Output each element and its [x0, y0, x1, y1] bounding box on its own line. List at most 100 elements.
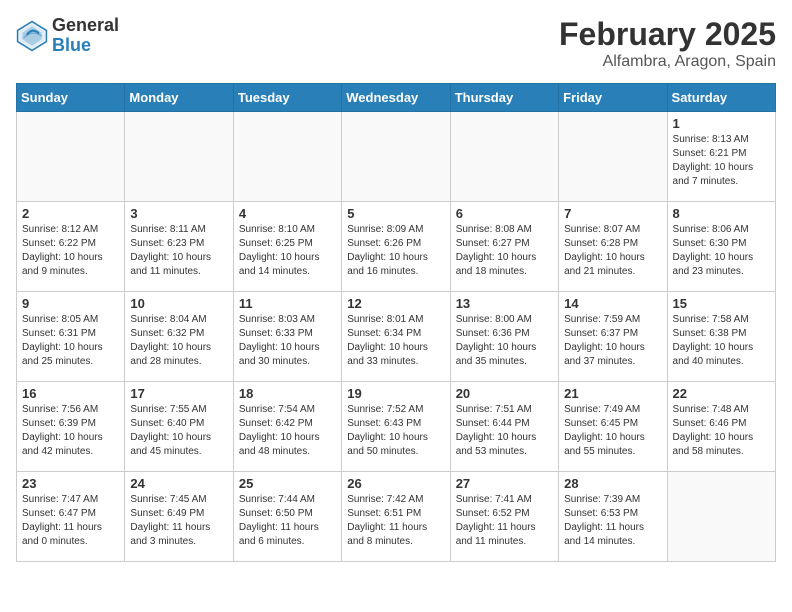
- day-number: 3: [130, 206, 227, 221]
- calendar-cell: 26Sunrise: 7:42 AMSunset: 6:51 PMDayligh…: [342, 472, 450, 562]
- calendar-cell: 5Sunrise: 8:09 AMSunset: 6:26 PMDaylight…: [342, 202, 450, 292]
- day-number: 10: [130, 296, 227, 311]
- calendar-cell: 8 Sunrise: 8:06 AMSunset: 6:30 PMDaylight…: [667, 202, 775, 292]
- calendar-cell: 20 Sunrise: 7:51 AMSunset: 6:44 PMDayligh…: [450, 382, 558, 472]
- title-block: February 2025 Alfambra, Aragon, Spain: [559, 16, 776, 71]
- calendar-cell: 6 Sunrise: 8:08 AMSunset: 6:27 PMDaylight…: [450, 202, 558, 292]
- day-number: 2: [22, 206, 119, 221]
- calendar-cell: 14 Sunrise: 7:59 AMSunset: 6:37 PMDayligh…: [559, 292, 667, 382]
- calendar-week-row: 2 Sunrise: 8:12 AMSunset: 6:22 PMDaylight…: [17, 202, 776, 292]
- calendar-table: SundayMondayTuesdayWednesdayThursdayFrid…: [16, 83, 776, 562]
- logo: General Blue: [16, 16, 119, 56]
- day-info: Sunrise: 8:11 AMSunset: 6:23 PMDaylight:…: [130, 223, 227, 279]
- day-number: 8: [673, 206, 770, 221]
- logo-icon: [16, 20, 48, 52]
- weekday-header-row: SundayMondayTuesdayWednesdayThursdayFrid…: [17, 84, 776, 112]
- calendar-cell: 4 Sunrise: 8:10 AMSunset: 6:25 PMDaylight…: [233, 202, 341, 292]
- day-number: 16: [22, 386, 119, 401]
- day-info: Sunrise: 7:41 AMSunset: 6:52 PMDaylight:…: [456, 493, 553, 549]
- day-number: 6: [456, 206, 553, 221]
- calendar-week-row: 1Sunrise: 8:13 AMSunset: 6:21 PMDaylight…: [17, 112, 776, 202]
- day-info: Sunrise: 8:12 AMSunset: 6:22 PMDaylight:…: [22, 223, 119, 279]
- calendar-week-row: 16 Sunrise: 7:56 AMSunset: 6:39 PMDayligh…: [17, 382, 776, 472]
- calendar-cell: 1Sunrise: 8:13 AMSunset: 6:21 PMDaylight…: [667, 112, 775, 202]
- calendar-cell: 3 Sunrise: 8:11 AMSunset: 6:23 PMDaylight…: [125, 202, 233, 292]
- weekday-header-sunday: Sunday: [17, 84, 125, 112]
- day-number: 9: [22, 296, 119, 311]
- day-info: Sunrise: 7:56 AMSunset: 6:39 PMDaylight:…: [22, 403, 119, 459]
- calendar-cell: 21 Sunrise: 7:49 AMSunset: 6:45 PMDayligh…: [559, 382, 667, 472]
- day-info: Sunrise: 7:48 AMSunset: 6:46 PMDaylight:…: [673, 403, 770, 459]
- day-info: Sunrise: 8:00 AMSunset: 6:36 PMDaylight:…: [456, 313, 553, 369]
- day-number: 1: [673, 116, 770, 131]
- day-number: 14: [564, 296, 661, 311]
- day-number: 25: [239, 476, 336, 491]
- day-info: Sunrise: 8:10 AMSunset: 6:25 PMDaylight:…: [239, 223, 336, 279]
- day-number: 24: [130, 476, 227, 491]
- calendar-cell: [17, 112, 125, 202]
- calendar-cell: 12Sunrise: 8:01 AMSunset: 6:34 PMDayligh…: [342, 292, 450, 382]
- calendar-cell: 18 Sunrise: 7:54 AMSunset: 6:42 PMDayligh…: [233, 382, 341, 472]
- calendar-cell: 22Sunrise: 7:48 AMSunset: 6:46 PMDayligh…: [667, 382, 775, 472]
- weekday-header-thursday: Thursday: [450, 84, 558, 112]
- day-info: Sunrise: 7:54 AMSunset: 6:42 PMDaylight:…: [239, 403, 336, 459]
- weekday-header-friday: Friday: [559, 84, 667, 112]
- day-info: Sunrise: 8:04 AMSunset: 6:32 PMDaylight:…: [130, 313, 227, 369]
- day-number: 13: [456, 296, 553, 311]
- logo-general-text: General: [52, 16, 119, 36]
- day-info: Sunrise: 7:42 AMSunset: 6:51 PMDaylight:…: [347, 493, 444, 549]
- day-number: 23: [22, 476, 119, 491]
- day-number: 7: [564, 206, 661, 221]
- calendar-cell: 10 Sunrise: 8:04 AMSunset: 6:32 PMDayligh…: [125, 292, 233, 382]
- day-info: Sunrise: 8:06 AMSunset: 6:30 PMDaylight:…: [673, 223, 770, 279]
- calendar-cell: 2 Sunrise: 8:12 AMSunset: 6:22 PMDaylight…: [17, 202, 125, 292]
- day-info: Sunrise: 7:58 AMSunset: 6:38 PMDaylight:…: [673, 313, 770, 369]
- logo-text: General Blue: [52, 16, 119, 56]
- day-number: 11: [239, 296, 336, 311]
- day-info: Sunrise: 8:05 AMSunset: 6:31 PMDaylight:…: [22, 313, 119, 369]
- weekday-header-saturday: Saturday: [667, 84, 775, 112]
- calendar-cell: [233, 112, 341, 202]
- calendar-cell: 27 Sunrise: 7:41 AMSunset: 6:52 PMDayligh…: [450, 472, 558, 562]
- calendar-cell: 13 Sunrise: 8:00 AMSunset: 6:36 PMDayligh…: [450, 292, 558, 382]
- calendar-week-row: 23 Sunrise: 7:47 AMSunset: 6:47 PMDayligh…: [17, 472, 776, 562]
- day-number: 4: [239, 206, 336, 221]
- day-number: 19: [347, 386, 444, 401]
- calendar-cell: 11 Sunrise: 8:03 AMSunset: 6:33 PMDayligh…: [233, 292, 341, 382]
- day-number: 18: [239, 386, 336, 401]
- day-number: 20: [456, 386, 553, 401]
- day-info: Sunrise: 7:55 AMSunset: 6:40 PMDaylight:…: [130, 403, 227, 459]
- calendar-title: February 2025: [559, 16, 776, 53]
- weekday-header-wednesday: Wednesday: [342, 84, 450, 112]
- calendar-cell: 16 Sunrise: 7:56 AMSunset: 6:39 PMDayligh…: [17, 382, 125, 472]
- calendar-cell: 15 Sunrise: 7:58 AMSunset: 6:38 PMDayligh…: [667, 292, 775, 382]
- page-header: General Blue February 2025 Alfambra, Ara…: [16, 16, 776, 71]
- day-number: 12: [347, 296, 444, 311]
- calendar-cell: 28Sunrise: 7:39 AMSunset: 6:53 PMDayligh…: [559, 472, 667, 562]
- day-number: 27: [456, 476, 553, 491]
- day-info: Sunrise: 8:08 AMSunset: 6:27 PMDaylight:…: [456, 223, 553, 279]
- day-info: Sunrise: 7:44 AMSunset: 6:50 PMDaylight:…: [239, 493, 336, 549]
- day-info: Sunrise: 7:47 AMSunset: 6:47 PMDaylight:…: [22, 493, 119, 549]
- day-info: Sunrise: 7:39 AMSunset: 6:53 PMDaylight:…: [564, 493, 661, 549]
- weekday-header-tuesday: Tuesday: [233, 84, 341, 112]
- day-info: Sunrise: 7:49 AMSunset: 6:45 PMDaylight:…: [564, 403, 661, 459]
- calendar-cell: 24Sunrise: 7:45 AMSunset: 6:49 PMDayligh…: [125, 472, 233, 562]
- calendar-cell: [559, 112, 667, 202]
- day-info: Sunrise: 7:59 AMSunset: 6:37 PMDaylight:…: [564, 313, 661, 369]
- day-info: Sunrise: 7:52 AMSunset: 6:43 PMDaylight:…: [347, 403, 444, 459]
- weekday-header-monday: Monday: [125, 84, 233, 112]
- day-info: Sunrise: 7:51 AMSunset: 6:44 PMDaylight:…: [456, 403, 553, 459]
- day-number: 21: [564, 386, 661, 401]
- calendar-cell: [667, 472, 775, 562]
- day-number: 17: [130, 386, 227, 401]
- calendar-cell: 7 Sunrise: 8:07 AMSunset: 6:28 PMDaylight…: [559, 202, 667, 292]
- day-info: Sunrise: 8:03 AMSunset: 6:33 PMDaylight:…: [239, 313, 336, 369]
- calendar-cell: 9 Sunrise: 8:05 AMSunset: 6:31 PMDaylight…: [17, 292, 125, 382]
- day-info: Sunrise: 8:09 AMSunset: 6:26 PMDaylight:…: [347, 223, 444, 279]
- calendar-cell: 25 Sunrise: 7:44 AMSunset: 6:50 PMDayligh…: [233, 472, 341, 562]
- calendar-cell: [450, 112, 558, 202]
- day-number: 15: [673, 296, 770, 311]
- day-info: Sunrise: 8:07 AMSunset: 6:28 PMDaylight:…: [564, 223, 661, 279]
- calendar-cell: 19 Sunrise: 7:52 AMSunset: 6:43 PMDayligh…: [342, 382, 450, 472]
